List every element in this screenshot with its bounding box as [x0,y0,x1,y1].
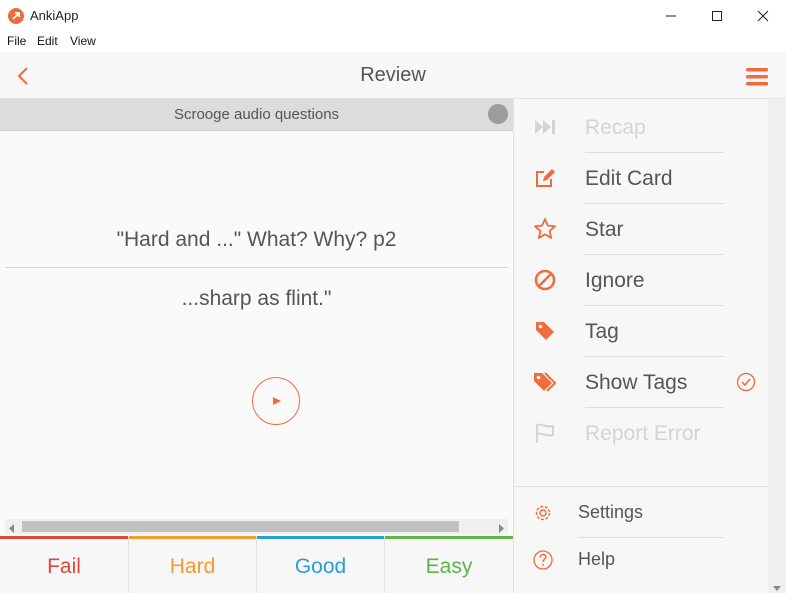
tag-item[interactable]: Tag [530,307,760,357]
vertical-scrollbar[interactable] [768,99,786,593]
divider [585,203,724,204]
ban-icon [534,269,556,291]
report-error-label: Report Error [585,422,701,445]
fail-label: Fail [47,555,81,578]
ignore-label: Ignore [585,269,645,292]
edit-card-item[interactable]: Edit Card [530,154,760,204]
menu-edit[interactable]: Edit [37,34,58,48]
easy-button[interactable]: Easy [385,536,513,593]
star-item[interactable]: Star [530,205,760,255]
star-label: Star [585,218,624,241]
card-question: "Hard and ..." What? Why? p2 [116,228,397,251]
show-tags-label: Show Tags [585,371,688,394]
side-menu-separator [514,486,768,487]
minimize-button[interactable] [648,0,694,32]
app-logo-icon [8,8,24,24]
review-header: Review [0,52,786,99]
back-button[interactable] [12,64,34,88]
card-divider [5,267,508,268]
divider [585,305,724,306]
scroll-down-arrow-icon[interactable] [772,579,782,597]
help-label: Help [578,549,616,569]
settings-label: Settings [578,502,644,522]
fail-color-bar [0,536,128,539]
edit-card-label: Edit Card [585,167,673,190]
star-icon [534,218,556,239]
play-audio-button[interactable] [252,377,300,425]
menu-icon [746,68,768,86]
recap-label: Recap [585,116,646,139]
hard-color-bar [129,536,256,539]
close-button[interactable] [740,0,786,32]
window-title: AnkiApp [30,8,79,23]
deck-name: Scrooge audio questions [173,106,340,123]
menu-view[interactable]: View [70,34,96,48]
minimize-icon [666,15,676,17]
settings-item[interactable]: Settings [530,492,760,538]
hard-label: Hard [169,555,216,578]
good-label: Good [294,555,347,578]
good-color-bar [257,536,384,539]
checkmark-icon [736,372,756,392]
good-button[interactable]: Good [257,536,385,593]
deck-bar: Scrooge audio questions [0,99,513,131]
divider [585,152,724,153]
show-tags-item[interactable]: Show Tags [530,358,760,408]
ignore-item[interactable]: Ignore [530,256,760,306]
card-answer: ...sharp as flint." [181,287,332,310]
divider [585,254,724,255]
chevron-left-icon [17,67,28,85]
flag-icon [536,423,554,443]
recap-item[interactable]: Recap [530,103,760,153]
tags-icon [534,372,557,392]
maximize-icon [712,11,722,21]
report-error-item[interactable]: Report Error [530,409,760,459]
help-item[interactable]: Help [530,539,760,585]
edit-icon [536,169,555,187]
easy-label: Easy [425,555,473,578]
hamburger-menu-button[interactable] [745,66,769,88]
tag-icon [536,322,554,340]
page-title: Review [360,64,426,86]
menu-bar [0,32,786,52]
help-icon [533,550,553,570]
menu-file[interactable]: File [7,34,26,48]
divider [578,537,724,538]
easy-color-bar [385,536,513,539]
fast-forward-icon [535,120,555,134]
gear-icon [535,505,551,521]
maximize-button[interactable] [694,0,740,32]
close-icon [757,10,769,22]
divider [585,356,724,357]
card-area [0,99,513,540]
horizontal-scroll-thumb[interactable] [22,521,459,532]
tag-label: Tag [585,320,619,343]
status-indicator [488,104,508,124]
hard-button[interactable]: Hard [129,536,257,593]
fail-button[interactable]: Fail [0,536,129,593]
play-icon [273,397,281,405]
divider [585,407,724,408]
